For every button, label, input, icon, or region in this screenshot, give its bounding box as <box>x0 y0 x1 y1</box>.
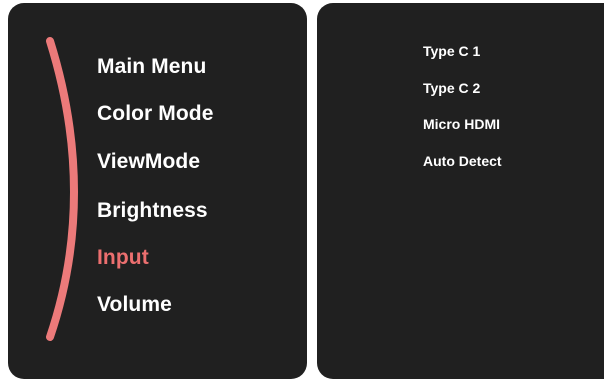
submenu-item-type-c-2[interactable]: Type C 2 <box>423 80 480 96</box>
input-submenu-panel: Type C 1 Type C 2 Micro HDMI Auto Detect <box>317 3 604 379</box>
menu-item-viewmode[interactable]: ViewMode <box>97 150 200 174</box>
menu-item-color-mode[interactable]: Color Mode <box>97 102 214 126</box>
menu-item-input[interactable]: Input <box>97 246 149 270</box>
menu-item-volume[interactable]: Volume <box>97 293 172 317</box>
menu-item-brightness[interactable]: Brightness <box>97 199 208 223</box>
submenu-item-type-c-1[interactable]: Type C 1 <box>423 43 480 59</box>
main-menu-panel: Main Menu Color Mode ViewMode Brightness… <box>8 3 307 379</box>
submenu-item-auto-detect[interactable]: Auto Detect <box>423 153 502 169</box>
scroll-arc-indicator <box>46 37 78 341</box>
submenu-item-micro-hdmi[interactable]: Micro HDMI <box>423 116 500 132</box>
menu-item-main-menu[interactable]: Main Menu <box>97 55 206 79</box>
